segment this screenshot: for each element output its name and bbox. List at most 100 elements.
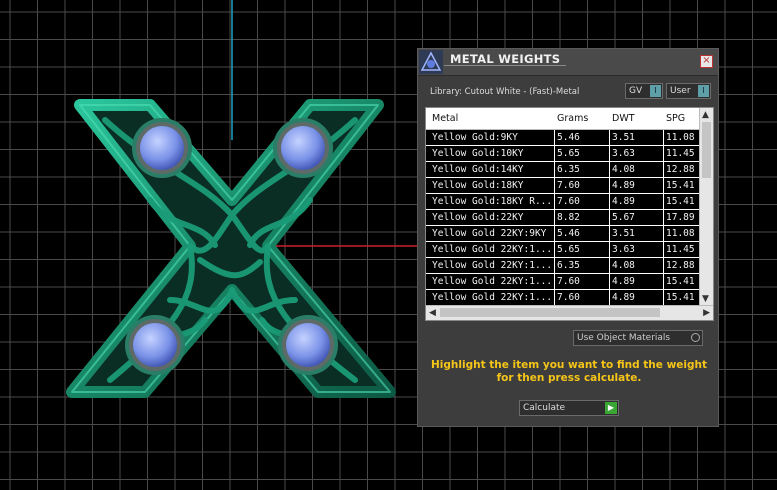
column-header-dwt[interactable]: DWT xyxy=(612,113,635,124)
cell-dwt: 4.89 xyxy=(612,276,635,287)
cell-dwt: 3.51 xyxy=(612,228,635,239)
column-separator xyxy=(554,194,555,210)
column-separator xyxy=(663,274,664,290)
table-row[interactable]: Yellow Gold:18KY 7.60 4.89 15.41 xyxy=(426,178,701,194)
user-toggle-label: User xyxy=(670,86,691,96)
radio-icon[interactable] xyxy=(691,333,700,342)
column-separator xyxy=(554,226,555,242)
cell-grams: 7.60 xyxy=(557,196,580,207)
gv-toggle[interactable]: GV I xyxy=(625,83,663,99)
column-separator xyxy=(663,162,664,178)
column-separator xyxy=(554,178,555,194)
cell-grams: 7.60 xyxy=(557,276,580,287)
column-separator xyxy=(554,210,555,226)
column-separator xyxy=(663,226,664,242)
column-separator xyxy=(609,258,610,274)
cell-dwt: 3.63 xyxy=(612,148,635,159)
horizontal-scroll-thumb[interactable] xyxy=(440,308,660,317)
column-separator xyxy=(554,274,555,290)
table-row[interactable]: Yellow Gold:10KY 5.65 3.63 11.45 xyxy=(426,146,701,162)
close-icon[interactable]: × xyxy=(700,55,713,68)
use-object-materials-label: Use Object Materials xyxy=(577,333,671,343)
cell-metal: Yellow Gold 22KY:1... xyxy=(432,244,552,255)
table-header: Metal Grams DWT SPG xyxy=(426,108,701,130)
cell-spg: 11.08 xyxy=(666,228,695,239)
cell-spg: 15.41 xyxy=(666,196,695,207)
scroll-down-icon[interactable]: ▼ xyxy=(702,294,709,304)
column-separator xyxy=(609,162,610,178)
cell-metal: Yellow Gold:18KY xyxy=(432,180,524,191)
column-separator xyxy=(554,162,555,178)
panel-titlebar[interactable]: METAL WEIGHTS × xyxy=(418,49,718,76)
table-row[interactable]: Yellow Gold:22KY 8.82 5.67 17.89 xyxy=(426,210,701,226)
scroll-up-icon[interactable]: ▲ xyxy=(702,110,709,120)
metal-table[interactable]: Metal Grams DWT SPG Yellow Gold:9KY 5.46 3… xyxy=(425,107,714,321)
column-separator xyxy=(663,130,664,146)
table-row[interactable]: Yellow Gold 22KY:1... 5.65 3.63 11.45 xyxy=(426,242,701,258)
column-separator xyxy=(663,210,664,226)
column-separator xyxy=(609,130,610,146)
cell-metal: Yellow Gold 22KY:1... xyxy=(432,260,552,271)
cell-metal: Yellow Gold 22KY:9KY xyxy=(432,228,547,239)
table-row[interactable]: Yellow Gold 22KY:1... 7.60 4.89 15.41 xyxy=(426,290,701,306)
cell-dwt: 4.08 xyxy=(612,260,635,271)
table-row[interactable]: Yellow Gold:18KY R... 7.60 4.89 15.41 xyxy=(426,194,701,210)
library-label: Library: Cutout White - (Fast)-Metal xyxy=(430,87,580,97)
column-separator xyxy=(663,242,664,258)
instruction-text: Highlight the item you want to find the … xyxy=(431,359,707,384)
cell-spg: 17.89 xyxy=(666,212,695,223)
column-separator xyxy=(554,258,555,274)
column-header-grams[interactable]: Grams xyxy=(557,113,588,124)
cell-spg: 15.41 xyxy=(666,292,695,303)
user-toggle[interactable]: User I xyxy=(666,83,711,99)
gem-bottom-right xyxy=(278,315,338,375)
vertical-scrollbar[interactable]: ▲ ▼ xyxy=(699,108,713,306)
column-separator xyxy=(609,194,610,210)
calculate-label: Calculate xyxy=(523,403,566,413)
use-object-materials-option[interactable]: Use Object Materials xyxy=(573,330,703,346)
cell-spg: 12.88 xyxy=(666,260,695,271)
metal-weights-panel: METAL WEIGHTS × Library: Cutout White - … xyxy=(417,48,719,427)
cell-dwt: 4.08 xyxy=(612,164,635,175)
cell-metal: Yellow Gold:18KY R... xyxy=(432,196,552,207)
cell-dwt: 4.89 xyxy=(612,292,635,303)
cell-grams: 5.65 xyxy=(557,244,580,255)
column-header-metal[interactable]: Metal xyxy=(432,113,458,124)
column-separator xyxy=(554,290,555,306)
user-toggle-knob-icon: I xyxy=(698,85,709,97)
cell-spg: 12.88 xyxy=(666,164,695,175)
column-separator xyxy=(663,178,664,194)
table-row[interactable]: Yellow Gold:9KY 5.46 3.51 11.08 xyxy=(426,130,701,146)
gem-top-right xyxy=(273,118,333,178)
table-row[interactable]: Yellow Gold:14KY 6.35 4.08 12.88 xyxy=(426,162,701,178)
cell-grams: 5.65 xyxy=(557,148,580,159)
cell-grams: 5.46 xyxy=(557,132,580,143)
table-row[interactable]: Yellow Gold 22KY:9KY 5.46 3.51 11.08 xyxy=(426,226,701,242)
table-row[interactable]: Yellow Gold 22KY:1... 7.60 4.89 15.41 xyxy=(426,274,701,290)
vertical-scroll-thumb[interactable] xyxy=(702,122,711,178)
column-separator xyxy=(609,178,610,194)
horizontal-scrollbar[interactable]: ◀ ▶ xyxy=(426,305,713,320)
scroll-right-icon[interactable]: ▶ xyxy=(703,308,710,318)
cell-spg: 15.41 xyxy=(666,276,695,287)
cell-dwt: 3.51 xyxy=(612,132,635,143)
cell-grams: 6.35 xyxy=(557,164,580,175)
cell-grams: 7.60 xyxy=(557,292,580,303)
column-separator xyxy=(663,290,664,306)
column-separator xyxy=(609,146,610,162)
scroll-left-icon[interactable]: ◀ xyxy=(429,308,436,318)
cell-grams: 8.82 xyxy=(557,212,580,223)
cell-grams: 6.35 xyxy=(557,260,580,271)
cell-spg: 11.45 xyxy=(666,148,695,159)
cell-metal: Yellow Gold:14KY xyxy=(432,164,524,175)
gem-top-left xyxy=(132,118,192,178)
table-row[interactable]: Yellow Gold 22KY:1... 6.35 4.08 12.88 xyxy=(426,258,701,274)
cell-metal: Yellow Gold:9KY xyxy=(432,132,518,143)
column-header-spg[interactable]: SPG xyxy=(666,113,685,124)
play-arrow-icon: ▶ xyxy=(605,402,617,414)
column-separator xyxy=(663,194,664,210)
column-separator xyxy=(609,290,610,306)
cell-grams: 7.60 xyxy=(557,180,580,191)
calculate-button[interactable]: Calculate ▶ xyxy=(519,400,619,416)
cell-dwt: 4.89 xyxy=(612,196,635,207)
